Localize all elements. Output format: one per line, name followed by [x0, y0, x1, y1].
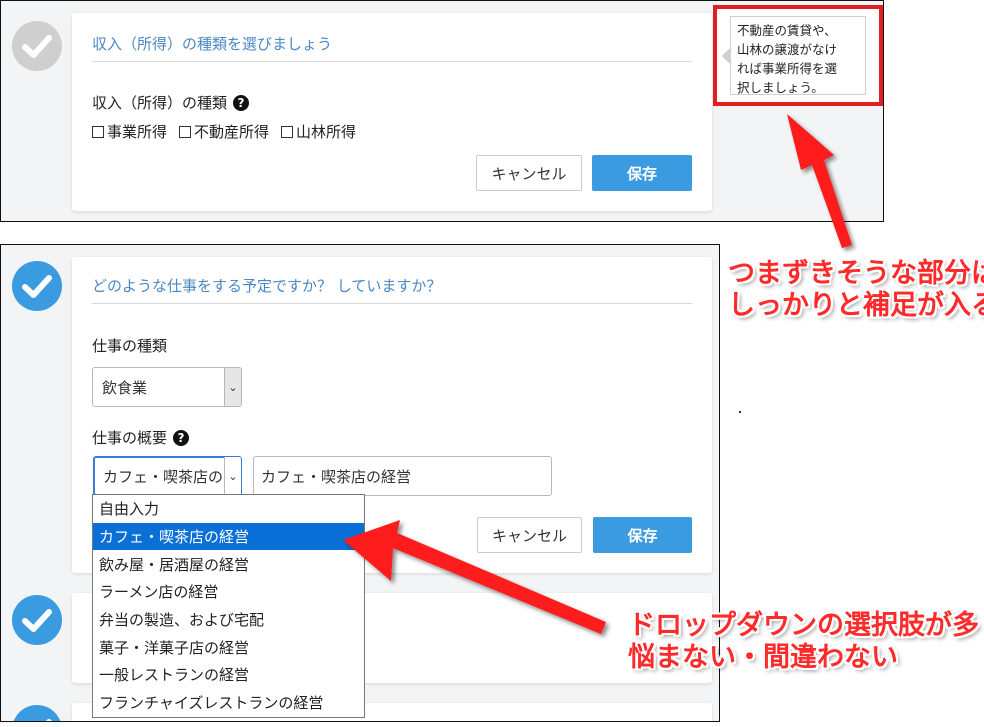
dropdown-option[interactable]: 菓子・洋菓子店の経営 — [93, 633, 364, 661]
checkbox-icon[interactable] — [179, 125, 192, 138]
dropdown-option[interactable]: 飲み屋・居酒屋の経営 — [93, 550, 364, 578]
callout-top: つまずきそうな部分は しっかりと補足が入る — [728, 258, 984, 322]
job-summary-select-value: カフェ・喫茶店の — [103, 467, 224, 486]
cancel-button[interactable]: キャンセル — [476, 155, 582, 191]
help-icon[interactable]: ? — [233, 94, 250, 111]
chevron-down-icon[interactable]: ⌄ — [224, 457, 241, 495]
checkbox-business-income[interactable]: 事業所得 — [92, 121, 167, 142]
callout-line: しっかりと補足が入る — [728, 290, 984, 321]
check-circle-icon — [12, 595, 62, 645]
divider — [92, 303, 692, 304]
check-circle-icon — [12, 261, 62, 311]
job-type-select-value: 飲食業 — [102, 378, 148, 397]
job-summary-label: 仕事の概要 ? — [92, 427, 190, 448]
income-type-card: 収入（所得）の種類を選びましょう 収入（所得）の種類 ? 事業所得 不動産所得 … — [72, 13, 712, 211]
checkbox-real-estate-income[interactable]: 不動産所得 — [179, 121, 269, 142]
tooltip-line: 山林の譲渡がなけ — [737, 42, 838, 57]
check-circle-icon — [12, 705, 62, 721]
income-type-checkboxes: 事業所得 不動産所得 山林所得 — [92, 121, 356, 142]
card-title: どのような仕事をする予定ですか？ していますか？ — [92, 277, 442, 295]
help-icon[interactable]: ? — [173, 429, 190, 446]
job-type-label: 仕事の種類 — [92, 335, 167, 356]
callout-bottom: ドロップダウンの選択肢が多く 悩まない・間違わない — [628, 610, 984, 674]
check-circle-icon — [12, 21, 62, 71]
tooltip-line: れば事業所得を選 — [737, 61, 838, 76]
dropdown-option[interactable]: フランチャイズレストランの経営 — [93, 689, 364, 717]
tooltip-line: 択しましょう。 — [737, 80, 824, 95]
job-summary-select[interactable]: カフェ・喫茶店の ⌄ — [93, 456, 242, 496]
stray-dot — [739, 411, 741, 413]
dropdown-option[interactable]: 弁当の製造、および宅配 — [93, 606, 364, 634]
tooltip: 不動産の賃貸や、 山林の譲渡がなけ れば事業所得を選 択しましょう。 — [730, 16, 866, 95]
checkbox-label: 事業所得 — [107, 123, 168, 141]
checkbox-icon[interactable] — [92, 125, 104, 138]
save-button[interactable]: 保存 — [593, 517, 692, 553]
save-button[interactable]: 保存 — [592, 155, 692, 191]
income-type-label-text: 収入（所得）の種類 — [92, 94, 228, 112]
callout-line: つまずきそうな部分は — [728, 258, 984, 289]
job-type-select[interactable]: 飲食業 ⌄ — [92, 367, 242, 407]
callout-line: ドロップダウンの選択肢が多く — [628, 610, 984, 641]
job-summary-label-text: 仕事の概要 — [92, 429, 168, 447]
job-summary-input[interactable]: カフェ・喫茶店の経営 — [253, 456, 552, 496]
checkbox-label: 山林所得 — [296, 123, 357, 141]
cancel-button[interactable]: キャンセル — [477, 517, 582, 553]
callout-line: 悩まない・間違わない — [628, 642, 898, 673]
dropdown-option[interactable]: ラーメン店の経営 — [93, 578, 364, 606]
chevron-down-icon[interactable]: ⌄ — [224, 368, 241, 406]
tooltip-line: 不動産の賃貸や、 — [737, 23, 837, 38]
tooltip-highlight-box: 不動産の賃貸や、 山林の譲渡がなけ れば事業所得を選 択しましょう。 — [713, 5, 883, 106]
checkbox-forestry-income[interactable]: 山林所得 — [281, 121, 356, 142]
income-type-label: 収入（所得）の種類 ? — [92, 92, 250, 113]
dropdown-option[interactable]: 自由入力 — [93, 495, 364, 523]
divider — [92, 61, 692, 62]
checkbox-label: 不動産所得 — [194, 123, 270, 141]
dropdown-option-selected[interactable]: カフェ・喫茶店の経営 — [93, 522, 364, 551]
card-title: 収入（所得）の種類を選びましょう — [92, 35, 333, 53]
job-type-label-text: 仕事の種類 — [92, 337, 168, 355]
dropdown-option[interactable]: 一般レストランの経営 — [93, 661, 364, 689]
checkbox-icon[interactable] — [281, 125, 294, 138]
job-summary-dropdown-list: 自由入力 カフェ・喫茶店の経営 飲み屋・居酒屋の経営 ラーメン店の経営 弁当の製… — [92, 494, 365, 718]
